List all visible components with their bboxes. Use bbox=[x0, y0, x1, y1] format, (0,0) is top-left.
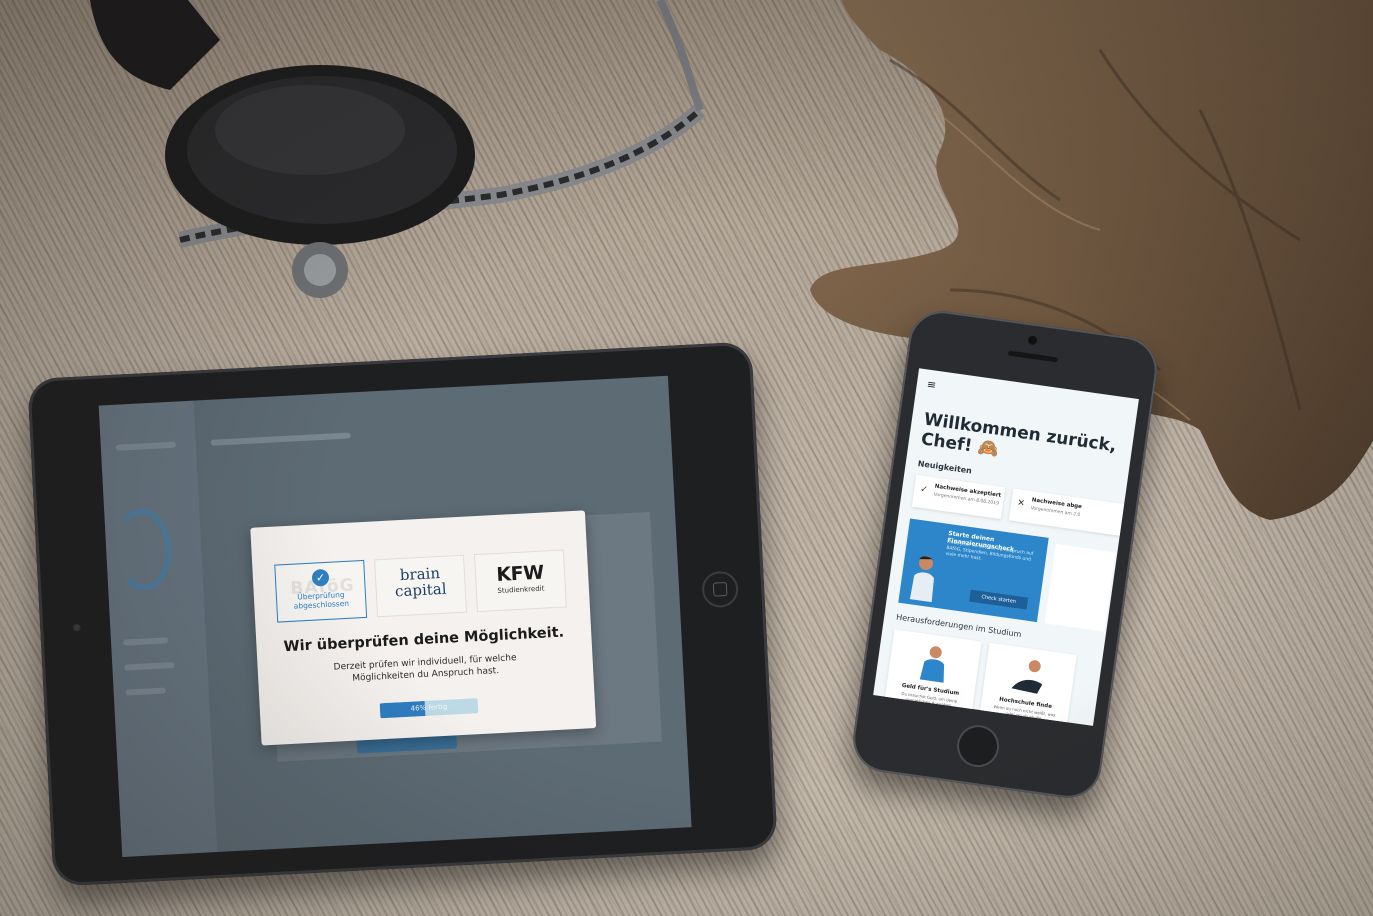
modal-title: Wir überprüfen deine Möglichkeit. bbox=[283, 624, 565, 656]
news-item[interactable]: ✓ Nachweise akzeptiert Vorgenommen am 8.… bbox=[911, 474, 1006, 520]
breadcrumb-dimmed bbox=[210, 432, 351, 446]
person-illustration bbox=[909, 556, 934, 603]
close-icon: ✕ bbox=[1016, 498, 1026, 510]
kfw-option[interactable]: KFW Studienkredit bbox=[473, 549, 567, 613]
tablet-camera-icon bbox=[72, 622, 82, 633]
tablet-home-button[interactable] bbox=[701, 570, 740, 609]
provider-logos: BAföG ✓ Überprüfung abgeschlossen brain … bbox=[274, 549, 569, 624]
finance-check-promo: Starte deinen Finanzierungscheck Finde j… bbox=[898, 518, 1049, 623]
menu-icon[interactable]: ≡ bbox=[926, 378, 937, 392]
tablet-device: BAföG ✓ Überprüfung abgeschlossen brain … bbox=[27, 341, 778, 887]
tablet-screen: BAföG ✓ Überprüfung abgeschlossen brain … bbox=[98, 375, 692, 857]
kfw-logo: KFW bbox=[495, 561, 545, 587]
braincapital-option[interactable]: brain capital bbox=[374, 554, 468, 618]
checkmark-icon: ✓ bbox=[919, 484, 929, 496]
modal-description: Derzeit prüfen wir individuell, für welc… bbox=[333, 653, 517, 684]
bafog-status: Überprüfung abgeschlossen bbox=[293, 590, 350, 611]
phone-screen: ≡ Willkommen zurück, Chef! 🙈 Neuigkeiten… bbox=[873, 368, 1139, 726]
news-heading: Neuigkeiten bbox=[917, 459, 973, 476]
challenge-card[interactable]: Geld für's Studium Du brauchst Geld, um … bbox=[883, 629, 982, 721]
progress-label: 46% fertig bbox=[410, 702, 448, 713]
phone-speaker bbox=[1007, 350, 1058, 363]
promo-card-partial bbox=[1044, 543, 1116, 632]
verification-modal: BAföG ✓ Überprüfung abgeschlossen brain … bbox=[250, 510, 597, 746]
braincapital-logo: brain capital bbox=[394, 563, 447, 601]
sidebar-line bbox=[122, 637, 169, 646]
news-item[interactable]: ✕ Nachweise abge Vorgenommen am 2.0 bbox=[1008, 488, 1125, 536]
progress-ring-icon bbox=[112, 507, 174, 592]
phone-camera-icon bbox=[1027, 335, 1038, 346]
sidebar-line bbox=[124, 662, 175, 671]
sidebar-line bbox=[115, 441, 176, 451]
progress-bar: 46% fertig bbox=[379, 698, 479, 719]
phone-home-button[interactable] bbox=[954, 722, 1002, 770]
bafog-option[interactable]: BAföG ✓ Überprüfung abgeschlossen bbox=[274, 559, 368, 623]
tablet-sidebar-dimmed bbox=[98, 400, 218, 857]
sidebar-line bbox=[125, 687, 166, 696]
student-illustration bbox=[919, 646, 945, 683]
challenge-card[interactable]: Hochschule finde Wenn du noch nicht weiß… bbox=[978, 642, 1077, 726]
check-start-button[interactable]: Check starten bbox=[969, 589, 1029, 610]
student-illustration bbox=[1011, 660, 1043, 694]
headphones bbox=[90, 0, 706, 298]
